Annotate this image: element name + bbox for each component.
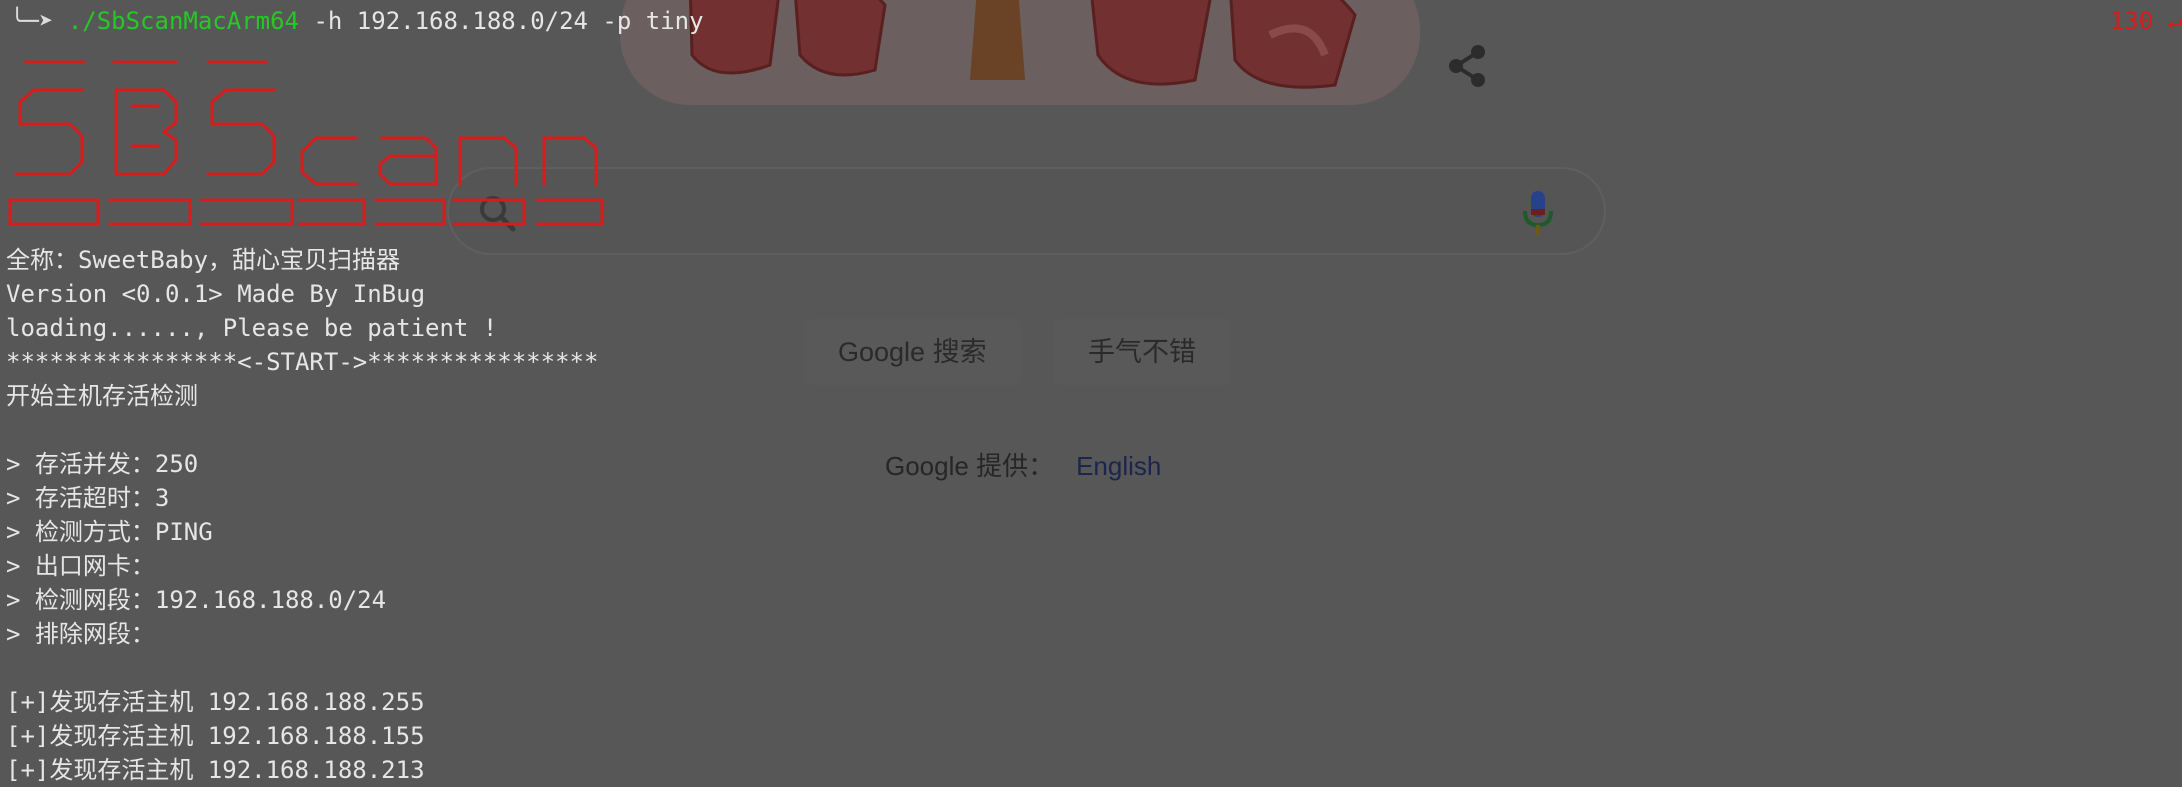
output-line-concurrency: > 存活并发：250 bbox=[6, 450, 199, 478]
output-line-start-separator: ****************<-START->***************… bbox=[6, 348, 599, 376]
output-line-alive-host: [+]发现存活主机 192.168.188.213 bbox=[6, 756, 425, 784]
output-line-loading: loading......, Please be patient ! bbox=[6, 314, 498, 342]
output-line-alive-host: [+]发现存活主机 192.168.188.255 bbox=[6, 688, 425, 716]
command-name: ./SbScanMacArm64 bbox=[67, 7, 299, 35]
output-line-blank bbox=[6, 413, 598, 447]
output-line-begin-detection: 开始主机存活检测 bbox=[6, 382, 198, 410]
ascii-art-banner-logo bbox=[8, 60, 604, 226]
command-args: -h 192.168.188.0/24 -p tiny bbox=[299, 7, 704, 35]
command-prompt-line: ╰─➤ ./SbScanMacArm64 -h 192.168.188.0/24… bbox=[10, 4, 704, 38]
output-line-target-range: > 检测网段：192.168.188.0/24 bbox=[6, 586, 387, 614]
exit-code: 130 ↵ bbox=[2109, 7, 2182, 35]
prompt-arrow-icon: ╰─➤ bbox=[10, 7, 54, 35]
output-line-alive-host: [+]发现存活主机 192.168.188.155 bbox=[6, 722, 425, 750]
output-line-version: Version <0.0.1> Made By InBug bbox=[6, 280, 426, 308]
output-line-interface: > 出口网卡： bbox=[6, 552, 155, 580]
terminal-output: 全称：SweetBaby，甜心宝贝扫描器 Version <0.0.1> Mad… bbox=[6, 243, 598, 787]
output-line-blank bbox=[6, 651, 598, 685]
output-line-timeout: > 存活超时：3 bbox=[6, 484, 170, 512]
output-line-excluded-range: > 排除网段： bbox=[6, 620, 155, 648]
output-line-method: > 检测方式：PING bbox=[6, 518, 213, 546]
output-line-fullname: 全称：SweetBaby，甜心宝贝扫描器 bbox=[6, 246, 401, 274]
terminal-window[interactable]: ╰─➤ ./SbScanMacArm64 -h 192.168.188.0/24… bbox=[0, 0, 2182, 784]
